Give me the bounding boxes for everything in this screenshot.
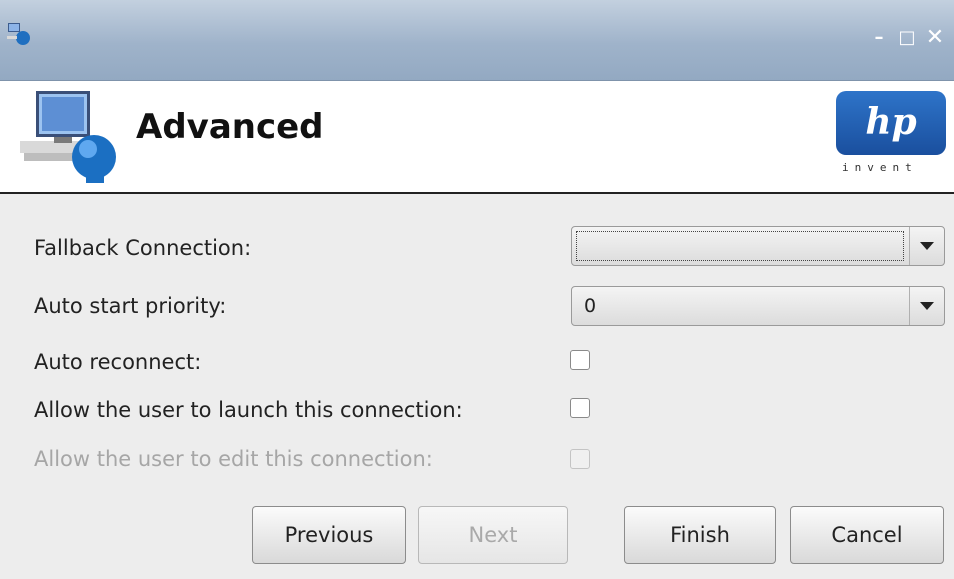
wizard-header: Advanced hp invent	[0, 81, 954, 194]
previous-button[interactable]: Previous	[252, 506, 406, 564]
auto-reconnect-checkbox[interactable]	[570, 350, 590, 370]
next-button: Next	[418, 506, 568, 564]
allow-launch-label: Allow the user to launch this connection…	[34, 398, 463, 422]
minimize-button[interactable]: –	[868, 26, 890, 48]
focus-indicator	[576, 231, 904, 261]
fallback-connection-label: Fallback Connection:	[34, 236, 252, 260]
connection-icon	[20, 91, 116, 183]
app-icon	[7, 23, 30, 45]
auto-start-priority-label: Auto start priority:	[34, 294, 227, 318]
hp-logo-tagline: invent	[842, 161, 918, 174]
hp-logo: hp invent	[832, 91, 950, 183]
close-button[interactable]: ✕	[924, 25, 946, 50]
auto-reconnect-label: Auto reconnect:	[34, 350, 202, 374]
allow-edit-label: Allow the user to edit this connection:	[34, 447, 433, 471]
fallback-connection-dropdown[interactable]	[571, 226, 945, 266]
allow-launch-checkbox[interactable]	[570, 398, 590, 418]
cancel-button[interactable]: Cancel	[790, 506, 944, 564]
hp-logo-text: hp	[865, 101, 917, 143]
finish-button[interactable]: Finish	[624, 506, 776, 564]
auto-start-priority-dropdown[interactable]: 0	[571, 286, 945, 326]
chevron-down-icon[interactable]	[909, 227, 944, 265]
page-title: Advanced	[136, 107, 324, 147]
window-titlebar[interactable]: – □ ✕	[0, 0, 954, 81]
maximize-button[interactable]: □	[896, 26, 918, 48]
chevron-down-icon[interactable]	[909, 287, 944, 325]
hp-logo-badge: hp	[836, 91, 946, 155]
allow-edit-checkbox	[570, 449, 590, 469]
auto-start-priority-value: 0	[584, 295, 597, 317]
